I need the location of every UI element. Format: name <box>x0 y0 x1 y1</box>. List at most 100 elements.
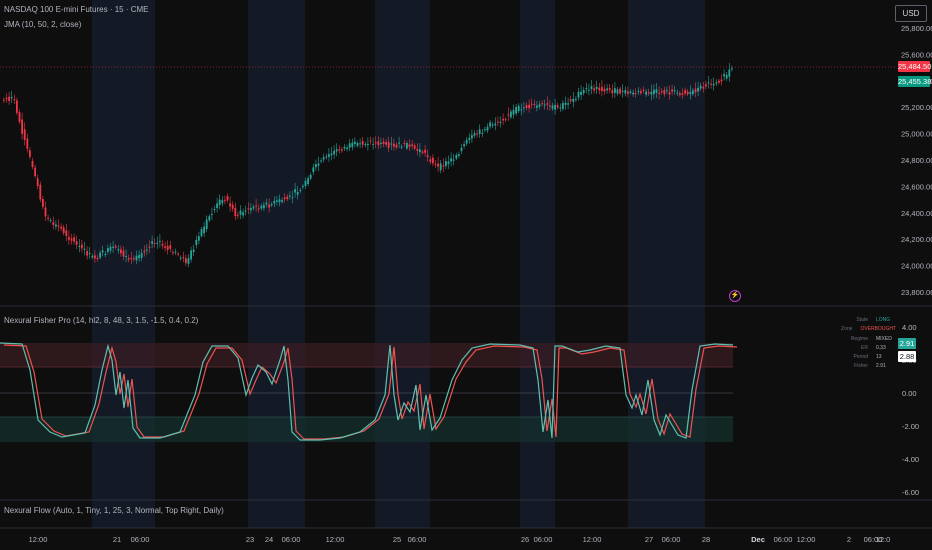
candle-body <box>5 98 8 100</box>
candle-body <box>484 129 486 131</box>
candle-body <box>68 236 70 240</box>
candle-body <box>317 163 320 166</box>
stats-row: Regime MIXED <box>850 335 892 342</box>
candle-body <box>528 104 530 109</box>
candle-body <box>138 254 140 259</box>
candle-body <box>387 141 390 148</box>
candle-body <box>73 237 75 242</box>
candle-body <box>374 142 377 144</box>
jma-legend[interactable]: JMA (10, 50, 2, close) <box>4 20 81 29</box>
candle-body <box>385 142 387 145</box>
lightning-icon[interactable]: ⚡ <box>729 290 741 302</box>
jma-price-tag: 25,455.38 <box>898 76 932 87</box>
candle-body <box>445 161 447 167</box>
candle-body <box>645 91 647 95</box>
candle-body <box>44 207 47 217</box>
candle-body <box>244 210 247 212</box>
candle-body <box>725 74 728 79</box>
candle-body <box>432 157 434 164</box>
candle-body <box>265 202 268 205</box>
candle-body <box>666 90 668 92</box>
candle-body <box>551 105 554 109</box>
candle-body <box>585 88 588 90</box>
candle-body <box>159 240 161 242</box>
candle-body <box>356 143 359 146</box>
candle-body <box>23 129 26 140</box>
candle-body <box>47 217 49 219</box>
chart-canvas[interactable]: 25,800.0025,600.0025,400.0025,200.0025,0… <box>0 0 932 550</box>
candle-body <box>593 88 595 91</box>
candle-body <box>413 145 416 149</box>
candle-body <box>286 196 289 200</box>
candle-body <box>364 144 367 146</box>
candle-body <box>8 96 10 101</box>
candle-body <box>390 143 393 145</box>
candle-body <box>590 86 593 90</box>
candle-body <box>640 91 642 94</box>
candle-body <box>348 143 351 148</box>
candle-body <box>312 167 315 173</box>
candle-body <box>549 105 551 107</box>
symbol-legend[interactable]: NASDAQ 100 E-mini Futures · 15 · CME <box>4 5 148 14</box>
candle-body <box>608 88 611 91</box>
trigger-value-tag: 2.88 <box>898 351 916 362</box>
candle-body <box>3 99 5 101</box>
candle-body <box>624 90 627 94</box>
candle-body <box>107 248 109 252</box>
candle-body <box>562 102 564 109</box>
candle-body <box>216 203 218 209</box>
time-tick-label: 06:00 <box>408 535 427 544</box>
candle-body <box>395 144 398 148</box>
candle-body <box>679 93 681 96</box>
candle-body <box>117 249 120 251</box>
time-tick-label: 28 <box>702 535 710 544</box>
candle-body <box>343 147 346 149</box>
candle-body <box>720 79 723 82</box>
flow-legend[interactable]: Nexural Flow (Auto, 1, Tiny, 1, 25, 3, N… <box>4 506 224 515</box>
candle-body <box>580 91 582 95</box>
session-band <box>92 0 155 528</box>
candle-body <box>572 98 575 103</box>
candle-body <box>198 236 200 241</box>
candle-body <box>179 257 182 259</box>
candle-body <box>127 258 130 260</box>
candle-body <box>686 91 689 95</box>
candle-body <box>88 252 91 254</box>
fisher-legend[interactable]: Nexural Fisher Pro (14, hl2, 8, 48, 3, 1… <box>4 316 198 325</box>
candle-body <box>728 69 731 77</box>
candle-body <box>39 184 42 200</box>
candle-body <box>676 92 679 94</box>
candle-body <box>655 89 658 93</box>
candle-body <box>239 210 242 215</box>
candle-body <box>114 246 117 248</box>
candle-body <box>499 121 502 123</box>
candle-body <box>156 242 159 244</box>
candle-body <box>276 200 278 202</box>
candle-body <box>442 165 445 167</box>
candle-body <box>400 146 403 148</box>
candle-body <box>42 198 44 207</box>
candle-body <box>294 189 296 193</box>
candle-body <box>205 219 208 230</box>
candle-body <box>78 245 81 247</box>
candle-body <box>491 124 494 126</box>
candle-body <box>523 107 525 109</box>
time-tick-label: 25 <box>393 535 401 544</box>
candle-body <box>710 83 712 85</box>
candle-body <box>133 258 135 260</box>
candle-body <box>322 157 325 160</box>
candle-body <box>588 89 590 91</box>
candle-body <box>637 90 640 92</box>
candle-body <box>112 246 114 248</box>
time-tick-label: 06:00 <box>534 535 553 544</box>
fisher-tick-label: 4.00 <box>902 323 917 332</box>
currency-button[interactable]: USD <box>895 5 927 22</box>
time-tick-label: 24 <box>265 535 273 544</box>
candle-body <box>450 158 452 162</box>
candle-body <box>569 99 572 102</box>
price-tick-label: 24,600.00 <box>901 182 932 191</box>
time-tick-label: 12:00 <box>29 535 48 544</box>
candle-body <box>174 251 177 253</box>
last-price-tag: 25,484.50 <box>898 61 932 72</box>
time-axis: 12:00 21 06:00 23 24 06:00 12:00 25 06:00 26 06:00… <box>29 535 891 544</box>
